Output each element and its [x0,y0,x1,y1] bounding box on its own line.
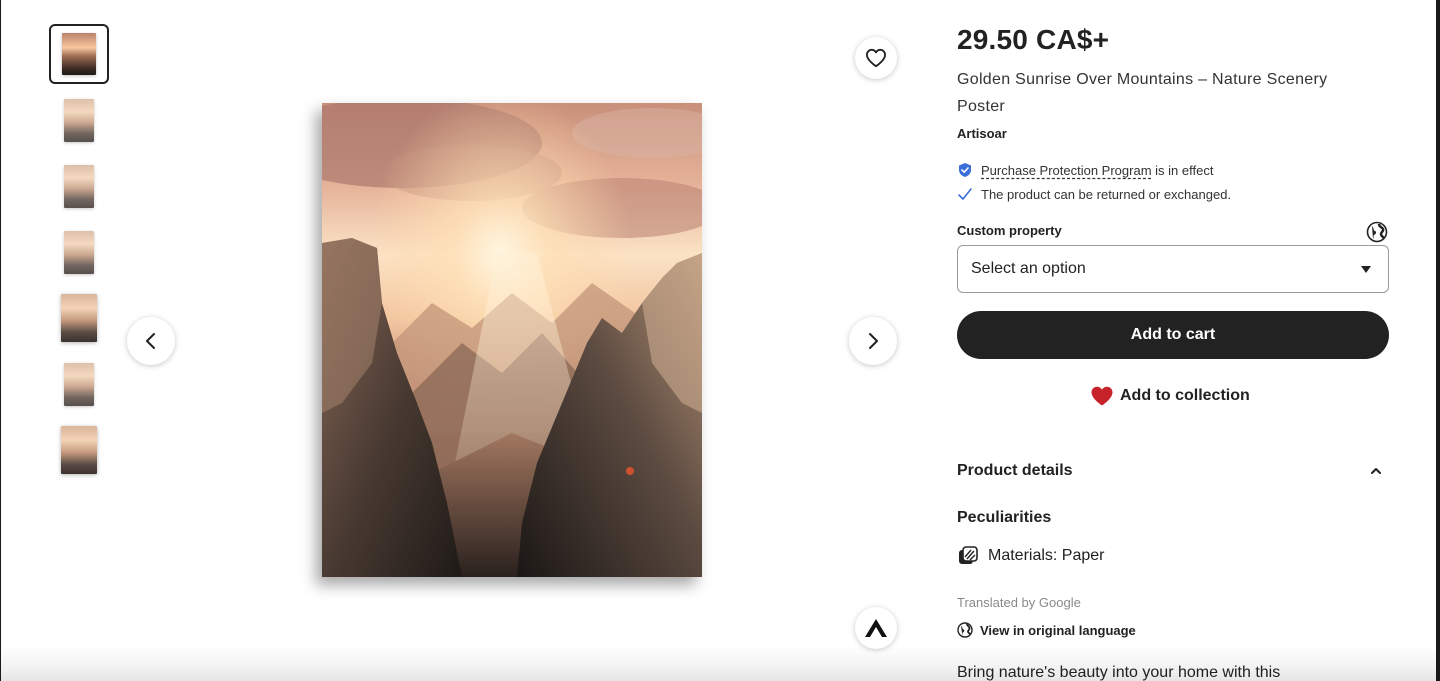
materials-text: Materials: Paper [988,547,1105,564]
add-to-cart-label: Add to cart [1130,326,1216,343]
add-to-cart-button[interactable]: Add to cart [957,311,1389,359]
custom-property-select[interactable]: Select an option [957,245,1389,293]
heart-outline-icon [866,48,886,68]
shield-icon [959,163,971,177]
thumbnail-image [64,164,94,208]
thumbnail-image [62,33,96,75]
main-product-image [322,103,702,577]
window-edge-left [0,0,1,681]
thumbnail-2[interactable] [49,90,109,150]
thumbnail-3[interactable] [49,156,109,216]
returns-row: The product can be returned or exchanged… [957,186,1231,202]
view-original-language-button[interactable]: View in original language [957,622,1136,638]
heart-filled-icon [1091,386,1113,406]
shop-name[interactable]: Artisoar [957,126,1007,141]
returns-text: The product can be returned or exchanged… [981,186,1232,202]
purchase-protection-row: Purchase Protection Program is in effect [957,162,1213,178]
product-description: Bring nature's beauty into your home wit… [957,664,1281,681]
favorite-button[interactable] [855,37,897,79]
previous-image-button[interactable] [127,317,175,365]
thumbnail-6[interactable] [49,354,109,414]
product-details-toggle[interactable]: Product details [957,462,1389,480]
purchase-protection-link[interactable]: Purchase Protection Program [981,163,1152,178]
thumbnail-image [61,426,97,474]
window-edge-right [1436,0,1440,681]
add-to-collection-button[interactable]: Add to collection [1090,382,1250,410]
product-title: Golden Sunrise Over Mountains – Nature S… [957,71,1328,115]
materials-icon [959,546,978,564]
thumbnail-7[interactable] [49,420,109,480]
chevron-left-icon [146,333,155,349]
ar-logo-icon [865,619,887,637]
check-icon [958,188,972,200]
thumbnail-image [61,294,97,342]
add-to-collection-label: Add to collection [1120,387,1250,404]
thumbnail-image [64,98,94,142]
thumbnail-image [64,230,94,274]
thumbnail-1[interactable] [49,24,109,84]
ar-view-button[interactable] [855,607,897,649]
chevron-right-icon [869,333,878,349]
translated-by-label: Translated by Google [957,595,1081,610]
protection-status-text: is in effect [1155,162,1214,178]
thumbnail-4[interactable] [49,222,109,282]
globe-icon[interactable] [1366,221,1388,243]
peculiarities-heading: Peculiarities [957,509,1052,526]
product-details-heading: Product details [957,462,1073,479]
translate-globe-icon [957,622,973,638]
chevron-up-icon [1371,468,1381,474]
next-image-button[interactable] [849,317,897,365]
thumbnail-5[interactable] [49,288,109,348]
caret-down-icon [1361,265,1371,273]
product-price: 29.50 CA$+ [957,24,1110,55]
thumbnail-image [64,362,94,406]
view-original-language-label: View in original language [980,622,1136,638]
custom-property-label: Custom property [957,223,1062,238]
select-placeholder: Select an option [971,260,1086,277]
materials-row: Materials: Paper [957,545,1105,567]
